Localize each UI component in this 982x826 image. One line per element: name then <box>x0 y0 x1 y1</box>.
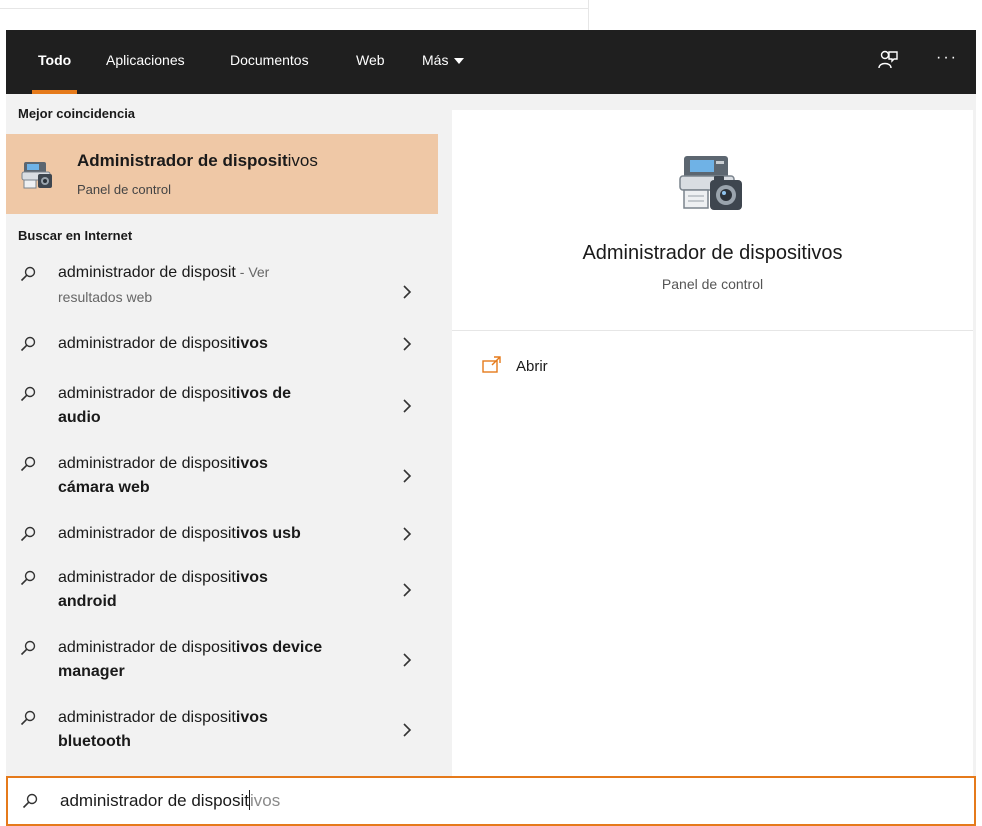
tab-label: Aplicaciones <box>106 52 185 68</box>
background-divider <box>0 8 588 9</box>
web-result-item[interactable]: administrador de dispositivos cámara web <box>6 450 438 508</box>
preview-pane: Administrador de dispositivos Panel de c… <box>452 110 973 782</box>
suggestion-text: bluetooth <box>58 733 131 750</box>
tab-mas-dropdown[interactable]: Más <box>422 30 465 94</box>
tab-todo[interactable]: Todo <box>32 30 78 94</box>
web-result-text: administrador de dispositivos de audio <box>58 382 378 430</box>
device-manager-icon <box>20 158 56 190</box>
search-autocomplete-text: ivos <box>249 791 281 810</box>
suggestion-text: ivos <box>235 569 268 586</box>
query-text: administrador de disposit <box>58 639 236 656</box>
suggestion-text: android <box>58 593 117 610</box>
web-result-text: administrador de disposit - Ver resultad… <box>58 260 378 310</box>
search-icon <box>20 336 36 352</box>
tab-label: Web <box>356 52 385 68</box>
web-result-item[interactable]: administrador de dispositivos usb <box>6 520 438 558</box>
chevron-right-icon <box>403 723 412 737</box>
result-suffix: resultados web <box>58 289 153 305</box>
suggestion-text: ivos usb <box>235 525 301 542</box>
web-result-item[interactable]: administrador de dispositivos <box>6 330 438 368</box>
web-result-text: administrador de dispositivos cámara web <box>58 452 378 500</box>
tab-label: Documentos <box>230 52 309 68</box>
search-icon <box>20 710 36 726</box>
search-icon <box>20 570 36 586</box>
tab-label: Más <box>422 52 449 68</box>
query-text: administrador de disposit <box>58 525 236 542</box>
suggestion-text: ivos <box>235 455 268 472</box>
query-text: administrador de disposit <box>58 569 236 586</box>
tab-documentos[interactable]: Documentos <box>230 30 309 94</box>
search-scope-tabs: Todo Aplicaciones Documentos Web Más ··· <box>6 30 976 94</box>
web-search-header: Buscar en Internet <box>18 228 133 243</box>
chevron-right-icon <box>403 337 412 351</box>
search-input[interactable]: administrador de dispositivos <box>6 776 976 826</box>
web-result-text: administrador de dispositivos android <box>58 566 378 614</box>
suggestion-text: cámara web <box>58 479 150 496</box>
best-match-subtitle: Panel de control <box>77 182 171 197</box>
search-typed-text: administrador de disposit <box>60 791 249 810</box>
device-manager-icon <box>676 150 748 214</box>
preview-title: Administrador de dispositivos <box>582 242 843 264</box>
chevron-right-icon <box>403 285 412 299</box>
tab-label: Todo <box>38 52 72 68</box>
suggestion-text: ivos <box>235 709 268 726</box>
background-divider <box>588 0 589 30</box>
preview-subtitle: Panel de control <box>661 276 764 292</box>
title-rest-part: ivos <box>287 151 318 170</box>
suggestion-text: ivos de <box>235 385 292 402</box>
search-icon <box>22 793 38 809</box>
web-result-text: administrador de dispositivos usb <box>58 522 378 546</box>
suggestion-text: ivos device <box>235 639 323 656</box>
query-text: administrador de disposit <box>58 455 236 472</box>
caret-down-icon <box>454 58 465 65</box>
web-result-item[interactable]: administrador de dispositivos device man… <box>6 634 438 692</box>
search-icon <box>20 640 36 656</box>
search-panel: Todo Aplicaciones Documentos Web Más ···… <box>6 30 976 826</box>
results-list: Mejor coincidencia Administrador de disp… <box>6 94 438 776</box>
query-text: administrador de disposit <box>58 335 236 352</box>
feedback-icon[interactable] <box>876 48 900 72</box>
web-result-item[interactable]: administrador de dispositivos android <box>6 564 438 622</box>
open-icon <box>482 356 501 373</box>
query-text: administrador de disposit <box>58 264 236 281</box>
search-icon <box>20 386 36 402</box>
web-result-item[interactable]: administrador de dispositivos de audio <box>6 380 438 438</box>
web-result-item[interactable]: administrador de disposit - Ver resultad… <box>6 258 438 322</box>
preview-divider <box>452 330 973 331</box>
chevron-right-icon <box>403 653 412 667</box>
chevron-right-icon <box>403 583 412 597</box>
query-text: administrador de disposit <box>58 385 236 402</box>
web-result-text: administrador de dispositivos bluetooth <box>58 706 378 754</box>
best-match-item[interactable]: Administrador de dispositivos Panel de c… <box>6 134 438 214</box>
title-matched-part: Administrador de disposit <box>77 151 288 170</box>
search-icon <box>20 266 36 282</box>
search-icon <box>20 526 36 542</box>
open-action-label: Abrir <box>516 358 548 375</box>
search-query: administrador de dispositivos <box>60 790 280 811</box>
web-result-text: administrador de dispositivos device man… <box>58 636 378 684</box>
query-text: administrador de disposit <box>58 709 236 726</box>
chevron-right-icon <box>403 399 412 413</box>
best-match-title: Administrador de dispositivos <box>77 151 318 171</box>
suggestion-text: manager <box>58 663 125 680</box>
background-window <box>0 0 982 30</box>
chevron-right-icon <box>403 527 412 541</box>
chevron-right-icon <box>403 469 412 483</box>
tab-aplicaciones[interactable]: Aplicaciones <box>106 30 185 94</box>
more-options-icon[interactable]: ··· <box>936 46 960 70</box>
best-match-header: Mejor coincidencia <box>18 106 136 121</box>
tab-web[interactable]: Web <box>356 30 385 94</box>
search-icon <box>20 456 36 472</box>
web-result-text: administrador de dispositivos <box>58 332 378 356</box>
web-result-item[interactable]: administrador de dispositivos bluetooth <box>6 704 438 762</box>
suggestion-text: audio <box>58 409 101 426</box>
suggestion-text: ivos <box>235 335 268 352</box>
result-suffix: - Ver <box>235 264 270 280</box>
